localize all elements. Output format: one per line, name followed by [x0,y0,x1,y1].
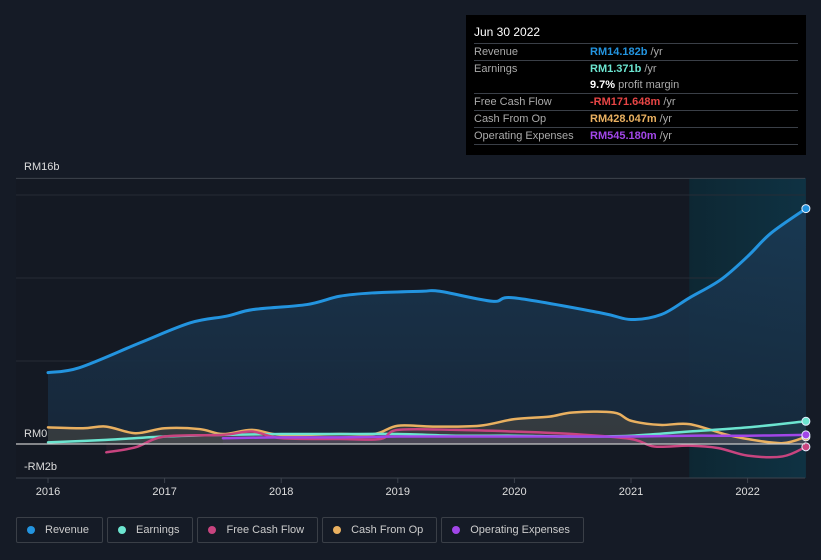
tooltip-value: RM14.182b [590,46,648,58]
legend-label: Operating Expenses [470,524,570,536]
legend-label: Earnings [136,524,180,536]
legend-item-revenue[interactable]: Revenue [16,517,104,543]
legend-label: Free Cash Flow [226,524,305,536]
x-tick-label: 2017 [152,486,176,498]
tooltip: Jun 30 2022 Revenue RM14.182b/yr Earnings R… [466,15,806,155]
tooltip-unit: /yr [659,130,672,142]
legend-item-operating-expenses[interactable]: Operating Expenses [441,517,584,543]
tooltip-row: 9.7% profit margin [474,77,798,94]
legend-dot-icon [27,526,35,534]
legend-label: Revenue [45,524,90,536]
tooltip-value: RM545.180m [590,130,657,142]
x-tick-label: 2018 [269,486,293,498]
legend: Revenue Earnings Free Cash Flow Cash From O… [16,517,584,543]
legend-dot-icon [208,526,217,534]
tooltip-date: Jun 30 2022 [474,23,798,44]
tooltip-value: RM428.047m [590,113,657,125]
x-tick-label: 2022 [735,486,759,498]
tooltip-value: -RM171.648m [590,96,661,108]
tooltip-label: Earnings [474,63,518,75]
tooltip-label: Free Cash Flow [474,96,552,108]
x-tick-label: 2016 [36,486,60,498]
tooltip-label [474,77,590,93]
y-tick-label: -RM2b [24,461,57,473]
x-tick-label: 2019 [386,486,410,498]
tooltip-row: Earnings RM1.371b/yr [474,61,798,77]
tooltip-unit: /yr [663,96,676,108]
tooltip-row: Revenue RM14.182b/yr [474,44,798,61]
legend-label: Cash From Op [351,524,424,536]
tooltip-label: Revenue [474,46,519,58]
y-tick-label: RM16b [24,161,59,173]
earnings-end-marker[interactable] [801,416,811,426]
tooltip-label: Operating Expenses [474,130,574,142]
legend-item-cash-from-op[interactable]: Cash From Op [322,517,438,543]
tooltip-unit: /yr [650,46,663,58]
operating-expenses-end-marker[interactable] [801,430,811,440]
legend-item-free-cash-flow[interactable]: Free Cash Flow [197,517,319,543]
tooltip-row: Cash From Op RM428.047m/yr [474,111,798,128]
legend-dot-icon [333,526,342,534]
tooltip-label: Cash From Op [474,113,547,125]
tooltip-row: Operating Expenses RM545.180m/yr [474,128,798,145]
legend-dot-icon [452,526,461,534]
y-tick-label: RM0 [24,428,47,440]
tooltip-unit: profit margin [618,79,680,91]
x-tick-label: 2021 [619,486,643,498]
tooltip-value: 9.7% [590,79,616,91]
revenue-end-marker[interactable] [801,204,811,214]
tooltip-unit: /yr [644,63,657,75]
tooltip-unit: /yr [659,113,672,125]
tooltip-value: RM1.371b [590,63,642,75]
tooltip-row: Free Cash Flow -RM171.648m/yr [474,94,798,111]
legend-item-earnings[interactable]: Earnings [107,517,194,543]
legend-dot-icon [118,526,127,534]
x-tick-label: 2020 [502,486,526,498]
